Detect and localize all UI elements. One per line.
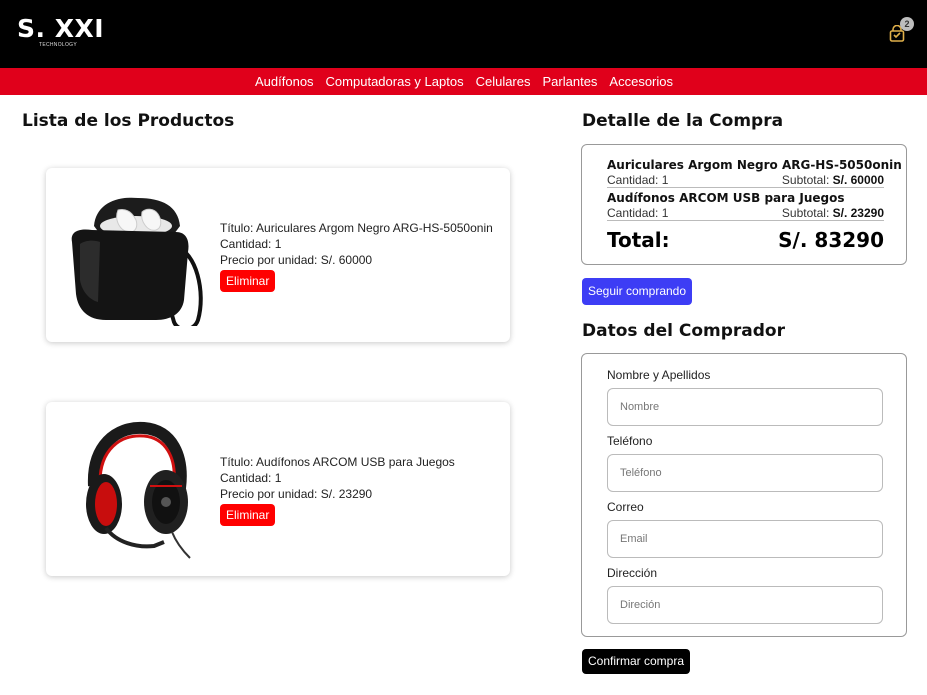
products-heading: Lista de los Productos: [22, 111, 235, 131]
earbuds-case-image: [71, 197, 203, 326]
nav-item-parlantes[interactable]: Parlantes: [543, 74, 598, 89]
phone-label: Teléfono: [607, 434, 653, 448]
product-quantity: Cantidad: 1: [220, 471, 282, 485]
headset-image: [86, 421, 191, 559]
cart-button[interactable]: 2: [888, 17, 914, 44]
top-header: S. XXI TECHNOLOGY 2: [0, 0, 927, 68]
brand-logo[interactable]: S. XXI TECHNOLOGY: [17, 14, 105, 48]
detail-item-subtotal: Subtotal: S/. 60000: [781, 173, 884, 187]
remove-button[interactable]: Eliminar: [220, 504, 276, 526]
buyer-heading: Datos del Comprador: [582, 321, 785, 341]
product-quantity: Cantidad: 1: [220, 237, 282, 251]
detail-item-subtotal: Subtotal: S/. 23290: [781, 206, 884, 220]
detail-item-name: Auriculares Argom Negro ARG-HS-5050onin: [607, 158, 902, 172]
nav-item-computadoras[interactable]: Computadoras y Laptos: [326, 74, 464, 89]
nav-item-celulares[interactable]: Celulares: [476, 74, 531, 89]
brand-tagline: TECHNOLOGY: [39, 42, 78, 48]
product-title: Título: Auriculares Argom Negro ARG-HS-5…: [220, 221, 493, 235]
detail-heading: Detalle de la Compra: [582, 111, 784, 131]
email-input[interactable]: [607, 520, 883, 558]
total-value: S/. 83290: [778, 228, 884, 252]
email-label: Correo: [607, 500, 644, 514]
detail-item: Auriculares Argom Negro ARG-HS-5050onin …: [607, 158, 902, 188]
product-info: Título: Audífonos ARCOM USB para Juegos …: [220, 454, 455, 526]
detail-total: Total: S/. 83290: [607, 228, 884, 252]
name-label: Nombre y Apellidos: [607, 368, 711, 382]
detail-item: Audífonos ARCOM USB para Juegos Cantidad…: [607, 191, 884, 221]
purchase-detail-box: Auriculares Argom Negro ARG-HS-5050onin …: [581, 144, 907, 265]
cart-count-badge: 2: [900, 17, 914, 31]
detail-item-quantity: Cantidad: 1: [607, 206, 669, 220]
detail-item-name: Audífonos ARCOM USB para Juegos: [607, 191, 845, 205]
nav-item-audifonos[interactable]: Audífonos: [255, 74, 314, 89]
nav-item-accesorios[interactable]: Accesorios: [609, 74, 673, 89]
product-info: Título: Auriculares Argom Negro ARG-HS-5…: [220, 220, 493, 292]
brand-name: S. XXI: [17, 14, 105, 43]
detail-item-quantity: Cantidad: 1: [607, 173, 669, 187]
detail-item-row: Cantidad: 1 Subtotal: S/. 60000: [607, 173, 884, 188]
continue-shopping-button[interactable]: Seguir comprando: [582, 278, 692, 305]
confirm-purchase-button[interactable]: Confirmar compra: [582, 649, 690, 674]
address-input[interactable]: [607, 586, 883, 624]
product-price: Precio por unidad: S/. 60000: [220, 253, 373, 267]
product-card: Título: Audífonos ARCOM USB para Juegos …: [46, 402, 510, 576]
remove-button[interactable]: Eliminar: [220, 270, 276, 292]
address-label: Dirección: [607, 566, 658, 580]
phone-input[interactable]: [607, 454, 883, 492]
buyer-form: Nombre y Apellidos Teléfono Correo Direc…: [581, 353, 907, 637]
detail-item-row: Cantidad: 1 Subtotal: S/. 23290: [607, 206, 884, 221]
total-label: Total:: [607, 228, 670, 252]
name-input[interactable]: [607, 388, 883, 426]
product-card: Título: Auriculares Argom Negro ARG-HS-5…: [46, 168, 510, 342]
product-price: Precio por unidad: S/. 23290: [220, 487, 373, 501]
product-title: Título: Audífonos ARCOM USB para Juegos: [220, 455, 455, 469]
category-nav: Audífonos Computadoras y Laptos Celulare…: [0, 68, 927, 95]
